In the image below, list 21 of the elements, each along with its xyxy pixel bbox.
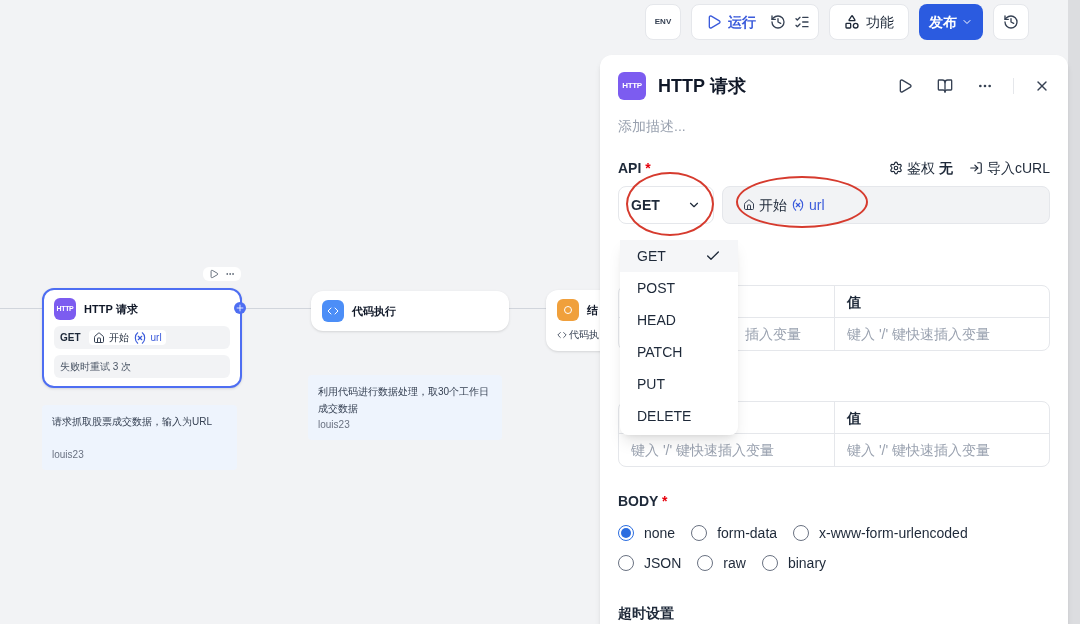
source-label: 开始 — [108, 331, 129, 345]
method-label: GET — [60, 331, 81, 345]
variable-name: url — [150, 331, 162, 345]
node-title: HTTP 请求 — [84, 301, 138, 317]
note-text: 利用代码进行数据处理，取30个工作日成交数据 — [318, 385, 491, 416]
note-author: louis23 — [318, 418, 351, 432]
variable-name: url — [809, 196, 825, 215]
panel-title: HTTP 请求 — [658, 75, 747, 98]
source-label: 开始 — [759, 196, 787, 215]
node-title: 代码执行 — [352, 303, 396, 319]
note-text: 请求抓取股票成交数据，输入为URL — [52, 415, 213, 429]
note-author: louis23 — [52, 448, 85, 462]
output-info: 代码执 — [569, 328, 599, 342]
retry-info: 失败时重试 3 次 — [54, 355, 230, 378]
section-label: BODY * — [618, 492, 669, 511]
node-title: 结 — [587, 302, 598, 318]
http-icon: HTTP — [618, 72, 646, 100]
column-header: 值 — [834, 402, 1049, 434]
section-label: API * — [618, 159, 651, 178]
column-header: 值 — [834, 286, 1049, 318]
section-label: 超时设置 — [618, 604, 675, 623]
